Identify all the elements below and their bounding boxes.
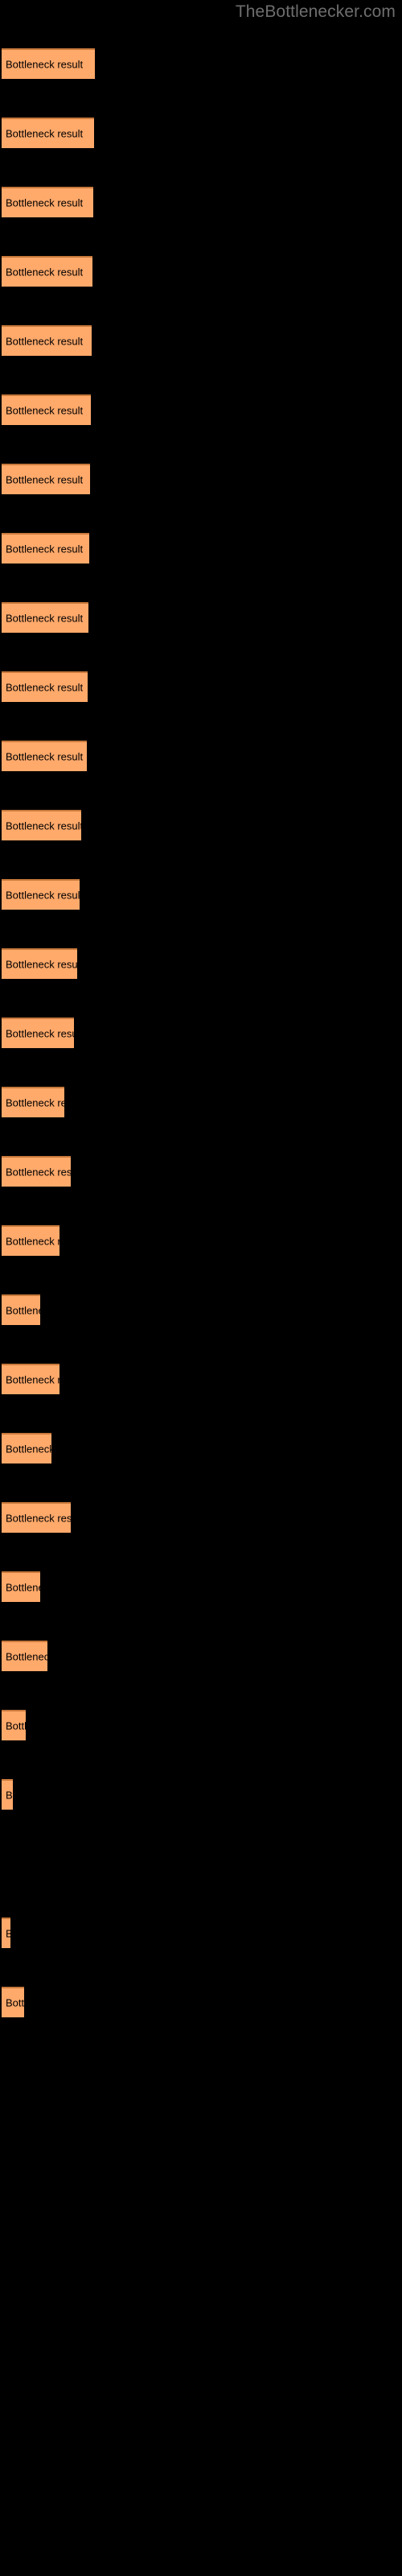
bar[interactable]: Bottleneck result xyxy=(2,256,92,287)
bar-row: Bottleneck result xyxy=(0,48,402,79)
bar-row: Bottleneck result xyxy=(0,1433,402,1463)
bar-label: Bottleneck result xyxy=(6,543,84,555)
bar[interactable]: Bottleneck result xyxy=(2,118,94,148)
bar-label: Bottleneck result xyxy=(6,889,80,902)
bar-row: Bottleneck result xyxy=(0,1779,402,1810)
bar-row: Bottleneck result xyxy=(0,1502,402,1533)
bar-label: Bottleneck result xyxy=(6,1373,59,1386)
bar-label: Bottleneck result xyxy=(6,58,84,71)
bar-row: Bottleneck result xyxy=(0,325,402,356)
bar-label: Bottleneck result xyxy=(6,1512,71,1525)
bar[interactable]: Bottleneck result xyxy=(2,1987,24,2017)
bar-row: Bottleneck result xyxy=(0,1225,402,1256)
bar-series: Bottleneck result Bottleneck result Bottle… xyxy=(0,0,402,2576)
bar[interactable]: Bottleneck result xyxy=(2,1779,13,1810)
bar-label: Bottleneck result xyxy=(6,681,84,694)
bar-label: Bottleneck result xyxy=(6,819,81,832)
bar-row xyxy=(0,2056,402,2087)
bar-row: Bottleneck result xyxy=(0,256,402,287)
bar-label: Bottleneck result xyxy=(6,1096,64,1109)
bar[interactable]: Bottleneck result xyxy=(2,1433,51,1463)
bar-label: Bottleneck result xyxy=(6,1304,40,1317)
bar-row: Bottleneck result xyxy=(0,948,402,979)
bar-label: Bottleneck result xyxy=(6,266,84,279)
bar-row: Bottleneck result xyxy=(0,1294,402,1325)
bar-label: Bottleneck result xyxy=(6,1166,71,1179)
bar[interactable]: Bottleneck result xyxy=(2,1710,26,1740)
bottleneck-result-chart: TheBottlenecker.com Bottleneck result Bot… xyxy=(0,0,402,2576)
bar[interactable]: Bottleneck result xyxy=(2,187,93,217)
bar-label: Bottleneck result xyxy=(6,1996,24,2009)
bar[interactable]: Bottleneck result xyxy=(2,810,81,840)
bar-row: Bottleneck result xyxy=(0,810,402,840)
bar[interactable]: Bottleneck result xyxy=(2,1018,74,1048)
bar-row: Bottleneck result xyxy=(0,533,402,564)
bar-label: Bottleneck result xyxy=(6,1719,26,1732)
bar[interactable]: Bottleneck result xyxy=(2,1225,59,1256)
bar-label: Bottleneck result xyxy=(6,1928,10,1940)
bar-label: Bottleneck result xyxy=(6,1789,13,1802)
bar[interactable]: Bottleneck result xyxy=(2,1087,64,1117)
bar-row: Bottleneck result xyxy=(0,464,402,494)
bar[interactable]: Bottleneck result xyxy=(2,394,91,425)
bar-row xyxy=(0,1848,402,1879)
bar[interactable]: Bottleneck result xyxy=(2,948,77,979)
bar[interactable]: Bottleneck result xyxy=(2,602,88,633)
bar[interactable]: Bottleneck result xyxy=(2,1156,71,1187)
bar-row: Bottleneck result xyxy=(0,1364,402,1394)
bar[interactable]: Bottleneck result xyxy=(2,671,88,702)
bar[interactable]: Bottleneck result xyxy=(2,1294,40,1325)
bar-row: Bottleneck result xyxy=(0,1987,402,2017)
bar-row: Bottleneck result xyxy=(0,1710,402,1740)
bar-label: Bottleneck result xyxy=(6,404,84,417)
bar-label: Bottleneck result xyxy=(6,958,77,971)
bar[interactable]: Bottleneck result xyxy=(2,533,89,564)
bar[interactable]: Bottleneck result xyxy=(2,48,95,79)
bar[interactable]: Bottleneck result xyxy=(2,464,90,494)
bar-label: Bottleneck result xyxy=(6,1027,74,1040)
bar-label: Bottleneck result xyxy=(6,196,84,209)
bar-label: Bottleneck result xyxy=(6,335,84,348)
bar-row: Bottleneck result xyxy=(0,1571,402,1602)
bar-label: Bottleneck result xyxy=(6,1443,51,1455)
bar-label: Bottleneck result xyxy=(6,1235,59,1248)
bar[interactable]: Bottleneck result xyxy=(2,1364,59,1394)
bar-row: Bottleneck result xyxy=(0,1918,402,1948)
bar-label: Bottleneck result xyxy=(6,1581,40,1594)
bar-label: Bottleneck result xyxy=(6,750,84,763)
bar-row: Bottleneck result xyxy=(0,1018,402,1048)
bar-row: Bottleneck result xyxy=(0,671,402,702)
bar-row: Bottleneck result xyxy=(0,1156,402,1187)
bar-row: Bottleneck result xyxy=(0,879,402,910)
bar[interactable]: Bottleneck result xyxy=(2,1918,10,1948)
bar-row: Bottleneck result xyxy=(0,602,402,633)
bar-row: Bottleneck result xyxy=(0,1087,402,1117)
bar[interactable]: Bottleneck result xyxy=(2,741,87,771)
bar-label: Bottleneck result xyxy=(6,473,84,486)
bar[interactable]: Bottleneck result xyxy=(2,1641,47,1671)
bar-label: Bottleneck result xyxy=(6,612,84,625)
bar[interactable]: Bottleneck result xyxy=(2,879,80,910)
bar[interactable]: Bottleneck result xyxy=(2,1571,40,1602)
bar-row: Bottleneck result xyxy=(0,741,402,771)
bar-label: Bottleneck result xyxy=(6,1650,47,1663)
bar[interactable]: Bottleneck result xyxy=(2,325,92,356)
bar-row: Bottleneck result xyxy=(0,118,402,148)
bar-row: Bottleneck result xyxy=(0,187,402,217)
bar[interactable]: Bottleneck result xyxy=(2,1502,71,1533)
bar-row: Bottleneck result xyxy=(0,394,402,425)
bar-row: Bottleneck result xyxy=(0,1641,402,1671)
bar-label: Bottleneck result xyxy=(6,127,84,140)
